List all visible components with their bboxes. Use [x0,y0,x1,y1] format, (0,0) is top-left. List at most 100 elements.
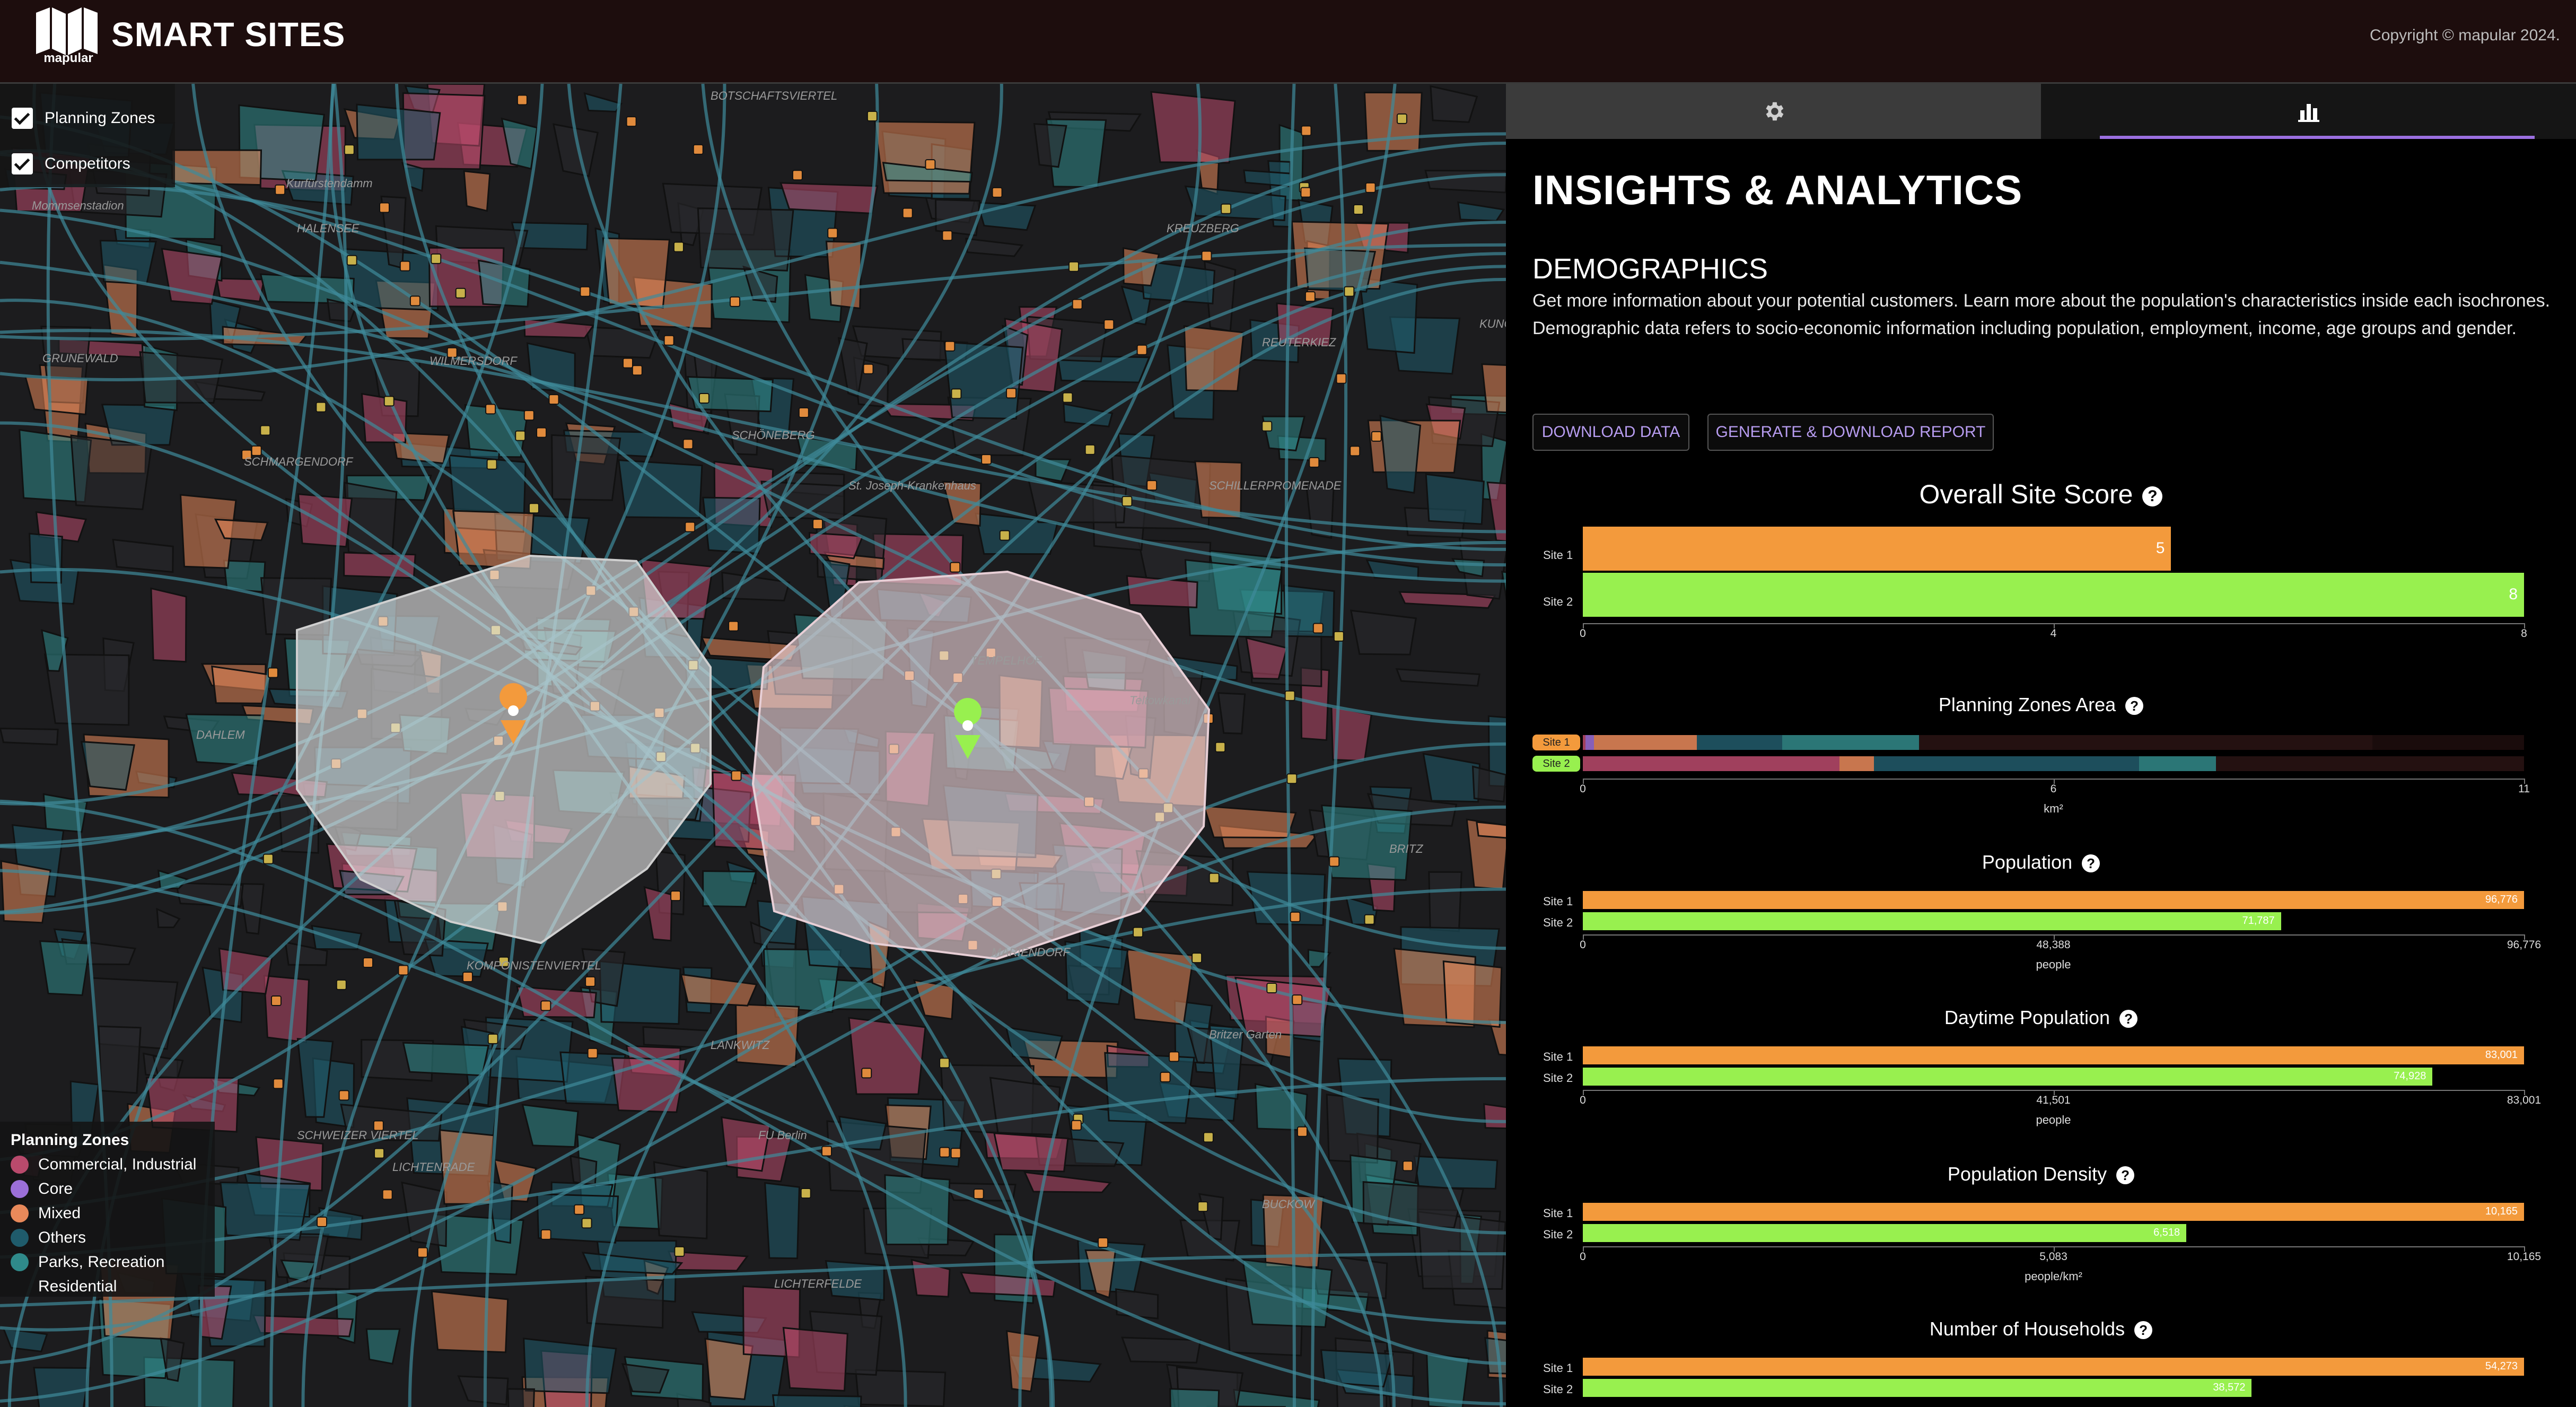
competitor-marker [866,110,878,121]
competitor-marker [674,1246,685,1257]
bar-category-label: Site 1 [1543,548,1573,562]
planning-zone-parcel [1150,91,1236,164]
competitor-marker [1336,373,1347,384]
competitor-marker [1292,994,1303,1006]
competitor-marker [792,170,803,181]
competitor-marker [574,1204,585,1215]
competitor-marker [950,1148,961,1159]
planning-zone-parcel [874,120,976,195]
planning-zone-parcel [642,1026,711,1049]
stacked-bar-segment [1839,756,1874,771]
checkbox-checked-icon[interactable] [12,153,33,174]
planning-zone-parcel [1379,414,1422,494]
competitor-marker [1160,1071,1171,1082]
planning-zone-parcel [848,1017,926,1095]
competitor-marker [462,971,473,982]
competitor-marker [1197,1201,1208,1212]
planning-zone-parcel [611,1057,687,1113]
chart-title: Daytime Population? [1506,1007,2576,1029]
layer-toggle-planning-zones[interactable]: Planning Zones [12,105,155,132]
chart-title: Number of Households? [1506,1318,2576,1340]
logo-wordmark: mapular [43,51,93,65]
site2-pin-dot [962,720,973,731]
copyright-text: Copyright © mapular 2024. [2370,27,2560,44]
competitor-marker [812,519,823,530]
tab-analytics[interactable] [2041,84,2576,139]
bar-chart-icon [2298,104,2319,122]
help-icon[interactable]: ? [2116,1166,2135,1185]
active-tab-indicator [2100,136,2535,139]
competitor-marker [798,407,809,418]
planning-zone-parcel [80,740,135,791]
axis-tick-label: 83,001 [2507,1094,2542,1106]
planning-zone-parcel [1246,871,1326,926]
competitor-marker [942,230,953,241]
competitor-marker [1084,444,1096,455]
help-icon[interactable]: ? [2142,486,2163,506]
competitor-marker [1121,496,1133,507]
layer-toggle-competitors[interactable]: Competitors [12,151,130,177]
competitor-marker [1136,344,1147,355]
download-data-button[interactable]: DOWNLOAD DATA [1532,414,1689,451]
download-report-button[interactable]: GENERATE & DOWNLOAD REPORT [1707,414,1994,451]
competitor-marker [455,287,466,299]
competitor-marker [1329,856,1340,867]
competitor-marker [1371,431,1382,442]
planning-zone-parcel [0,728,59,746]
map-place-label: REUTERKIEZ [1262,336,1336,349]
competitor-marker [1286,773,1298,784]
planning-zone-parcel [214,518,269,541]
planning-zone-parcel [523,1338,617,1394]
competitor-marker [587,1047,598,1059]
help-icon[interactable]: ? [2119,1010,2138,1028]
map-place-label: Mommsenstadion [32,199,124,212]
competitor-marker [487,1033,498,1044]
competitor-marker [1296,1126,1308,1137]
legend-swatch [11,1278,29,1296]
competitor-marker [1146,480,1158,491]
planning-zones-legend: Planning Zones Commercial, Industrial Co… [0,1122,215,1297]
competitor-marker [800,1188,811,1199]
help-icon[interactable]: ? [2125,697,2144,715]
competitor-marker [1215,741,1226,753]
competitor-marker [698,392,709,404]
axis-tick-label: 41,501 [2036,1094,2071,1106]
map-place-label: WILMERSDORF [430,354,517,368]
planning-zone-parcel [1104,1052,1195,1124]
bar-value-label: 10,165 [2485,1205,2518,1217]
competitor-marker [485,404,496,415]
competitor-marker [632,365,643,376]
competitor-marker [536,427,547,438]
map-place-label: HALENSEE [297,222,360,235]
planning-zone-parcel [507,1388,535,1407]
map-place-label: DAHLEM [196,728,245,741]
competitor-marker [670,890,681,902]
planning-zone-parcel [263,975,310,1044]
help-icon[interactable]: ? [2134,1321,2153,1340]
checkbox-checked-icon[interactable] [12,108,33,129]
legend-swatch [11,1180,29,1198]
competitor-marker [398,965,409,976]
planning-zone-parcel [252,1314,354,1338]
planning-zone-parcel [1126,948,1195,1026]
planning-zone-parcel [584,326,661,359]
bar-category-label: Site 2 [1543,1228,1573,1241]
bar-value-label: 54,273 [2485,1360,2518,1372]
competitor-marker [939,1058,950,1069]
map-canvas[interactable]: BOTSCHAFTSVIERTEL Kurfürstendamm HALENSEE K… [0,84,1506,1407]
planning-zone-parcel [70,434,153,510]
competitor-marker [336,979,347,990]
axis-tick-label: 11 [2518,783,2530,795]
layer-label: Competitors [45,155,130,172]
competitor-marker [951,388,962,399]
competitor-marker [399,260,410,272]
competitor-marker [581,1218,592,1229]
chart-title-text: Number of Households [1929,1318,2125,1340]
tab-settings[interactable] [1506,84,2041,139]
help-icon[interactable]: ? [2082,854,2100,873]
legend-swatch [11,1253,29,1271]
competitor-marker [992,187,1003,198]
stacked-bar-segment [1919,735,2373,750]
axis-unit-label: people [2036,1113,2071,1126]
competitor-marker [626,116,637,127]
